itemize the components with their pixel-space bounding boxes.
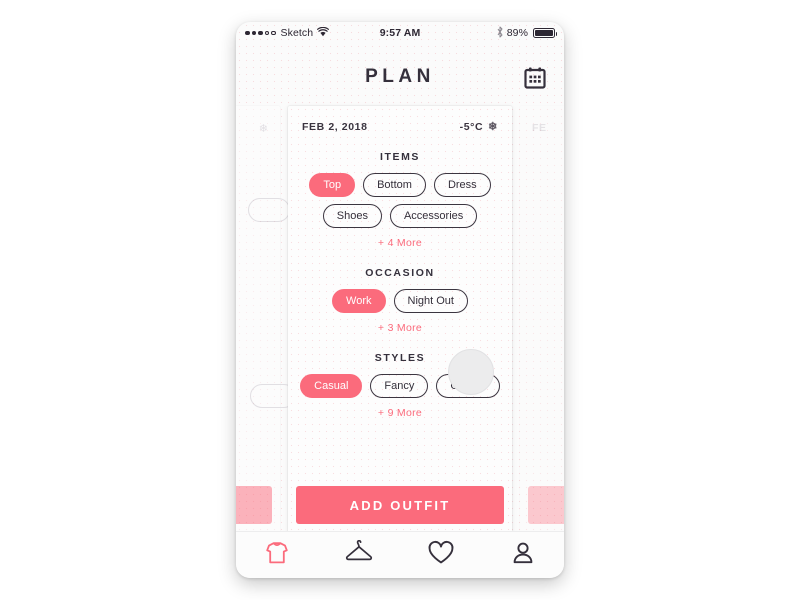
navigation-bar: PLAN <box>236 44 564 106</box>
chip-night-out[interactable]: Night Out <box>393 289 468 314</box>
plan-card: FEB 2, 2018 -5°C ❄ ITEMS Top Bottom Dres… <box>288 106 512 534</box>
tab-favorites[interactable] <box>400 532 482 578</box>
chip-casual[interactable]: Casual <box>300 374 363 399</box>
bluetooth-icon <box>496 26 504 41</box>
temperature-label: -5°C <box>459 121 484 133</box>
chip-group-items: Top Bottom Dress Shoes Accessories <box>288 173 512 229</box>
status-bar-left: Sketch <box>245 26 380 40</box>
chip-shoes[interactable]: Shoes <box>322 204 382 229</box>
status-bar: Sketch 9:57 AM 89% <box>236 22 564 44</box>
wifi-icon <box>317 26 330 40</box>
screenshot-root: Sketch 9:57 AM 89% PLAN ❄ FE FEB 2, 2018… <box>0 0 800 600</box>
page-title: PLAN <box>365 66 435 87</box>
weather-summary: -5°C ❄ <box>460 121 498 133</box>
battery-percent-label: 89% <box>506 27 529 39</box>
next-card-date: FE <box>532 122 547 134</box>
calendar-icon[interactable] <box>523 66 547 90</box>
section-title-items: ITEMS <box>379 151 421 163</box>
card-date-row: FEB 2, 2018 -5°C ❄ <box>288 106 512 133</box>
tab-outfits[interactable] <box>236 532 318 578</box>
battery-icon <box>533 28 558 38</box>
chip-bottom[interactable]: Bottom <box>363 173 426 198</box>
chip-work[interactable]: Work <box>332 289 386 314</box>
chip-fancy[interactable]: Fancy <box>370 374 429 399</box>
section-title-occasion: OCCASION <box>365 267 435 280</box>
previous-day-card[interactable]: ❄ <box>236 106 296 534</box>
next-day-card[interactable]: FE <box>520 106 564 534</box>
phone-frame: Sketch 9:57 AM 89% PLAN ❄ FE FEB 2, 2018… <box>236 22 564 578</box>
section-occasion: OCCASION Work Night Out + 3 More <box>288 267 512 334</box>
add-outfit-button-ghost[interactable] <box>528 486 564 524</box>
hanger-icon <box>344 539 374 571</box>
person-icon <box>510 540 536 571</box>
styles-more-link[interactable]: + 9 More <box>288 407 512 419</box>
signal-strength-icon <box>245 30 276 36</box>
previous-day-card-body: ❄ <box>236 106 296 534</box>
carrier-label: Sketch <box>280 27 314 39</box>
section-items: ITEMS Top Bottom Dress Shoes Accessories… <box>288 151 512 249</box>
occasion-more-link[interactable]: + 3 More <box>288 322 512 334</box>
tab-profile[interactable] <box>482 532 564 578</box>
chip-outline-ghost <box>248 198 290 222</box>
snowflake-icon: ❄ <box>488 120 498 133</box>
chip-group-occasion: Work Night Out <box>288 289 512 314</box>
bottom-tab-bar <box>236 531 564 578</box>
heart-icon <box>427 540 455 571</box>
chip-top[interactable]: Top <box>309 173 356 198</box>
chip-accessories[interactable]: Accessories <box>389 204 478 229</box>
chip-dress[interactable]: Dress <box>433 173 491 198</box>
status-bar-right: 89% <box>420 26 558 41</box>
tshirt-icon <box>264 540 290 571</box>
clock-label: 9:57 AM <box>379 27 421 39</box>
next-day-card-body: FE <box>520 106 564 534</box>
snowflake-icon: ❄ <box>258 123 268 135</box>
add-outfit-button[interactable]: ADD OUTFIT <box>296 486 504 524</box>
card-date: FEB 2, 2018 <box>302 121 368 133</box>
tab-wardrobe[interactable] <box>318 532 400 578</box>
touch-indicator <box>448 349 494 395</box>
items-more-link[interactable]: + 4 More <box>288 237 512 249</box>
plan-card-body: FEB 2, 2018 -5°C ❄ ITEMS Top Bottom Dres… <box>288 106 512 534</box>
plan-card-carousel[interactable]: ❄ FE FEB 2, 2018 -5°C ❄ ITEMS Top Bottom… <box>236 106 564 534</box>
add-outfit-button-ghost[interactable] <box>236 486 272 524</box>
